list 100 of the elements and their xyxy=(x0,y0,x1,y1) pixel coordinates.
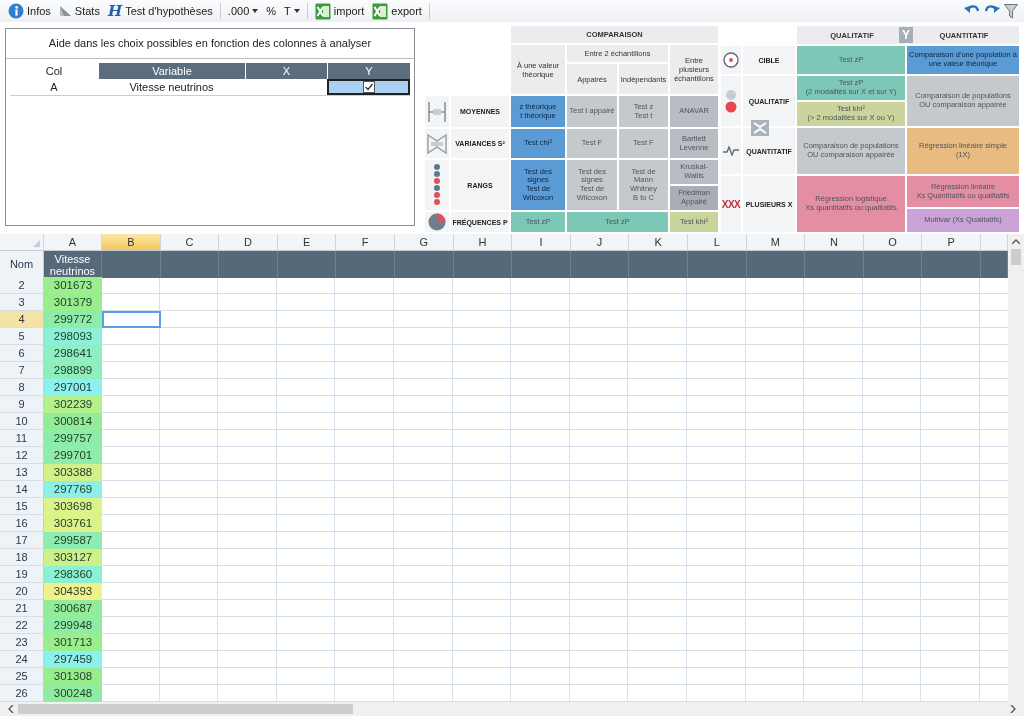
row-header[interactable]: 17 xyxy=(0,532,44,549)
column-name-cell[interactable] xyxy=(512,251,571,278)
variable-name[interactable]: Vitesse neutrinos xyxy=(44,251,102,278)
column-header: Variable xyxy=(98,63,245,79)
value-cell[interactable]: 297459 xyxy=(44,651,102,668)
column-header[interactable]: B xyxy=(102,234,161,251)
help-title: Aide dans les choix possibles en fonction des colonnes à analyser xyxy=(6,29,414,59)
value-cell[interactable]: 303127 xyxy=(44,549,102,566)
value-cell[interactable]: 303761 xyxy=(44,515,102,532)
row-header[interactable]: 2 xyxy=(0,277,44,294)
means-icon xyxy=(426,100,448,123)
column-name-cell[interactable] xyxy=(863,251,923,278)
toolbar-button[interactable]: .000 xyxy=(223,1,263,21)
column-name-cell[interactable] xyxy=(453,251,513,278)
toolbar-button[interactable]: import xyxy=(310,1,369,21)
row-header[interactable]: 11 xyxy=(0,430,44,447)
value-cell[interactable]: 297769 xyxy=(44,481,102,498)
row-header[interactable]: 5 xyxy=(0,328,44,345)
value-cell[interactable]: 298093 xyxy=(44,328,102,345)
column-name-cell[interactable] xyxy=(219,251,278,278)
cross-arrows-icon xyxy=(751,120,769,136)
value-cell[interactable]: 300248 xyxy=(44,685,102,702)
column-name-cell[interactable] xyxy=(980,251,1008,278)
value-cell[interactable]: 302239 xyxy=(44,396,102,413)
xxx-icon: XXX xyxy=(721,198,741,210)
scroll-thumb[interactable] xyxy=(18,704,353,714)
y-cell[interactable] xyxy=(327,79,410,95)
value-cell[interactable]: 304393 xyxy=(44,583,102,600)
row-header[interactable]: 15 xyxy=(0,498,44,515)
column-name-cell[interactable] xyxy=(687,251,747,278)
row-header[interactable]: 26 xyxy=(0,685,44,702)
value-cell[interactable]: 300814 xyxy=(44,413,102,430)
value-cell[interactable]: 299701 xyxy=(44,447,102,464)
spreadsheet-icon xyxy=(314,2,331,20)
row-header[interactable]: 6 xyxy=(0,345,44,362)
row-header[interactable]: 22 xyxy=(0,617,44,634)
row-header[interactable]: 25 xyxy=(0,668,44,685)
row-header[interactable]: 21 xyxy=(0,600,44,617)
column-name-cell[interactable] xyxy=(805,251,864,278)
row-header[interactable]: 9 xyxy=(0,396,44,413)
value-cell[interactable]: 301308 xyxy=(44,668,102,685)
h-letter-icon: H xyxy=(107,3,123,19)
column-header: X xyxy=(245,63,327,79)
column-name-cell[interactable] xyxy=(570,251,630,278)
row-header[interactable]: 18 xyxy=(0,549,44,566)
toolbar-button[interactable]: Infos xyxy=(4,1,55,21)
column-name-cell[interactable] xyxy=(102,251,161,278)
caret-icon xyxy=(252,9,259,13)
value-cell[interactable]: 298899 xyxy=(44,362,102,379)
wave-icon xyxy=(723,146,739,156)
value-cell[interactable]: 303698 xyxy=(44,498,102,515)
row-header[interactable]: 19 xyxy=(0,566,44,583)
toolbar-button[interactable]: export xyxy=(368,1,426,21)
horizontal-scrollbar[interactable] xyxy=(0,702,1024,716)
row-header[interactable]: 13 xyxy=(0,464,44,481)
column-name-cell[interactable] xyxy=(277,251,337,278)
row-header[interactable]: 16 xyxy=(0,515,44,532)
checkbox[interactable] xyxy=(362,81,375,93)
value-cell[interactable]: 301713 xyxy=(44,634,102,651)
row-header[interactable]: 10 xyxy=(0,413,44,430)
row-header[interactable]: 24 xyxy=(0,651,44,668)
toolbar-button[interactable]: H Test d'hypothèses xyxy=(103,1,217,21)
value-cell[interactable]: 301673 xyxy=(44,277,102,294)
row-header[interactable]: 8 xyxy=(0,379,44,396)
caret-icon xyxy=(293,9,300,13)
value-cell[interactable]: 300687 xyxy=(44,600,102,617)
dots-icon xyxy=(433,163,441,207)
column-name-cell[interactable] xyxy=(336,251,395,278)
value-cell[interactable]: 301379 xyxy=(44,294,102,311)
column-name-cell[interactable] xyxy=(629,251,688,278)
row-header[interactable]: 3 xyxy=(0,294,44,311)
column-name-cell[interactable] xyxy=(394,251,454,278)
toolbar-button[interactable]: % xyxy=(262,1,281,21)
dots-icon xyxy=(725,89,737,113)
value-cell[interactable]: 299772 xyxy=(44,311,102,328)
toolbar-button[interactable]: Stats xyxy=(54,1,104,21)
y-axis-badge: Y xyxy=(899,27,913,43)
column-name-cell[interactable] xyxy=(160,251,220,278)
value-cell[interactable]: 298360 xyxy=(44,566,102,583)
scroll-thumb[interactable] xyxy=(1011,249,1021,265)
column-name-cell[interactable] xyxy=(746,251,806,278)
vertical-scrollbar[interactable] xyxy=(1008,234,1024,702)
row-header[interactable]: 23 xyxy=(0,634,44,651)
value-cell[interactable]: 303388 xyxy=(44,464,102,481)
row-header[interactable]: 4 xyxy=(0,311,44,328)
row-header[interactable]: 12 xyxy=(0,447,44,464)
value-cell[interactable]: 298641 xyxy=(44,345,102,362)
toolbar-button[interactable]: T xyxy=(280,1,304,21)
row-header[interactable]: 7 xyxy=(0,362,44,379)
row-header[interactable]: 20 xyxy=(0,583,44,600)
value-cell[interactable]: 299757 xyxy=(44,430,102,447)
value-cell[interactable]: 299587 xyxy=(44,532,102,549)
table-cell-text: A xyxy=(49,80,59,95)
column-name-cell[interactable] xyxy=(922,251,981,278)
row-header[interactable]: 14 xyxy=(0,481,44,498)
value-cell[interactable]: 299948 xyxy=(44,617,102,634)
corner-triangle-icon[interactable] xyxy=(33,240,40,247)
filter-icon[interactable] xyxy=(1004,3,1018,19)
selected-cell[interactable] xyxy=(102,311,161,328)
value-cell[interactable]: 297001 xyxy=(44,379,102,396)
